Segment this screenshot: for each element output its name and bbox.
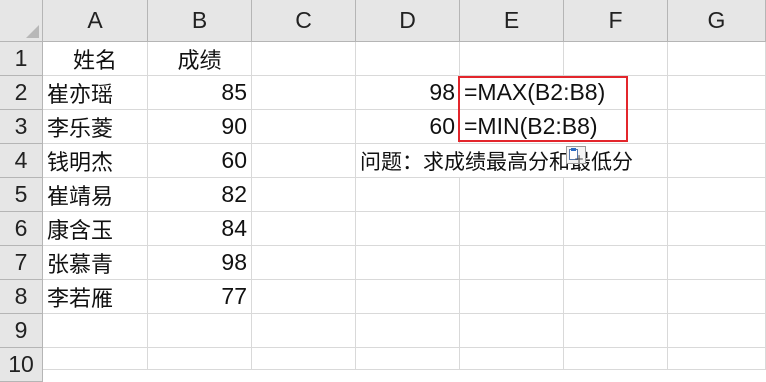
cell-e10[interactable] xyxy=(460,348,564,370)
cell-b5[interactable]: 82 xyxy=(148,178,252,212)
cell-c7[interactable] xyxy=(252,246,356,280)
cell-d6[interactable] xyxy=(356,212,460,246)
row-header-9[interactable]: 9 xyxy=(0,314,43,348)
cell-d3[interactable]: 60 xyxy=(356,110,460,144)
cell-f8[interactable] xyxy=(564,280,668,314)
cell-g1[interactable] xyxy=(668,42,766,76)
cell-g9[interactable] xyxy=(668,314,766,348)
cell-d7[interactable] xyxy=(356,246,460,280)
cell-a3[interactable]: 李乐菱 xyxy=(43,110,148,144)
cell-g8[interactable] xyxy=(668,280,766,314)
cell-d8[interactable] xyxy=(356,280,460,314)
cell-a6[interactable]: 康含玉 xyxy=(43,212,148,246)
cell-e5[interactable] xyxy=(460,178,564,212)
cell-b2[interactable]: 85 xyxy=(148,76,252,110)
cell-c9[interactable] xyxy=(252,314,356,348)
cell-f7[interactable] xyxy=(564,246,668,280)
row-header-7[interactable]: 7 xyxy=(0,246,43,280)
cell-a7[interactable]: 张慕青 xyxy=(43,246,148,280)
cell-g2[interactable] xyxy=(668,76,766,110)
cell-g7[interactable] xyxy=(668,246,766,280)
cell-e4[interactable] xyxy=(460,144,564,178)
paste-options-dropdown-icon: + xyxy=(573,152,584,166)
row-header-3[interactable]: 3 xyxy=(0,110,43,144)
column-header-g[interactable]: G xyxy=(668,0,766,42)
cell-b8[interactable]: 77 xyxy=(148,280,252,314)
clipboard-clip-icon xyxy=(571,148,576,151)
cell-c2[interactable] xyxy=(252,76,356,110)
cell-a1[interactable]: 姓名 xyxy=(43,42,148,76)
cell-f2[interactable] xyxy=(564,76,668,110)
cell-c8[interactable] xyxy=(252,280,356,314)
row-header-8[interactable]: 8 xyxy=(0,280,43,314)
cell-f3[interactable] xyxy=(564,110,668,144)
cell-c3[interactable] xyxy=(252,110,356,144)
cell-d2[interactable]: 98 xyxy=(356,76,460,110)
cell-b4[interactable]: 60 xyxy=(148,144,252,178)
spreadsheet-grid: A B C D E F G 1 2 3 4 5 6 7 8 9 10 姓名 成绩… xyxy=(0,0,766,382)
cell-e1[interactable] xyxy=(460,42,564,76)
cell-a2[interactable]: 崔亦瑶 xyxy=(43,76,148,110)
cell-a10[interactable] xyxy=(43,348,148,370)
cell-d1[interactable] xyxy=(356,42,460,76)
cell-e9[interactable] xyxy=(460,314,564,348)
cell-b10[interactable] xyxy=(148,348,252,370)
cell-e3[interactable]: =MIN(B2:B8) xyxy=(460,110,598,144)
cell-c5[interactable] xyxy=(252,178,356,212)
column-header-e[interactable]: E xyxy=(460,0,564,42)
cell-c6[interactable] xyxy=(252,212,356,246)
row-header-1[interactable]: 1 xyxy=(0,42,43,76)
cell-f9[interactable] xyxy=(564,314,668,348)
cell-d4[interactable]: 问题：求成绩最高分和最低分 xyxy=(356,144,633,178)
cell-b3[interactable]: 90 xyxy=(148,110,252,144)
column-header-b[interactable]: B xyxy=(148,0,252,42)
cell-d10[interactable] xyxy=(356,348,460,370)
row-header-6[interactable]: 6 xyxy=(0,212,43,246)
cell-f6[interactable] xyxy=(564,212,668,246)
cell-d5[interactable] xyxy=(356,178,460,212)
cell-c4[interactable] xyxy=(252,144,356,178)
cell-e6[interactable] xyxy=(460,212,564,246)
cell-g4[interactable] xyxy=(668,144,766,178)
cell-b9[interactable] xyxy=(148,314,252,348)
paste-options-icon[interactable]: + xyxy=(566,146,586,166)
cell-b7[interactable]: 98 xyxy=(148,246,252,280)
cell-g5[interactable] xyxy=(668,178,766,212)
row-header-4[interactable]: 4 xyxy=(0,144,43,178)
cell-a8[interactable]: 李若雁 xyxy=(43,280,148,314)
row-header-10[interactable]: 10 xyxy=(0,348,43,382)
column-header-f[interactable]: F xyxy=(564,0,668,42)
cell-f5[interactable] xyxy=(564,178,668,212)
cell-c1[interactable] xyxy=(252,42,356,76)
row-header-5[interactable]: 5 xyxy=(0,178,43,212)
cell-f10[interactable] xyxy=(564,348,668,370)
cell-g6[interactable] xyxy=(668,212,766,246)
cell-e8[interactable] xyxy=(460,280,564,314)
select-all-corner[interactable] xyxy=(0,0,43,42)
cell-a5[interactable]: 崔靖易 xyxy=(43,178,148,212)
cell-f1[interactable] xyxy=(564,42,668,76)
cell-a4[interactable]: 钱明杰 xyxy=(43,144,148,178)
cell-e2[interactable]: =MAX(B2:B8) xyxy=(460,76,605,110)
cell-a9[interactable] xyxy=(43,314,148,348)
row-header-2[interactable]: 2 xyxy=(0,76,43,110)
cell-g10[interactable] xyxy=(668,348,766,370)
cell-c10[interactable] xyxy=(252,348,356,370)
column-header-c[interactable]: C xyxy=(252,0,356,42)
column-header-a[interactable]: A xyxy=(43,0,148,42)
cell-b6[interactable]: 84 xyxy=(148,212,252,246)
cell-e7[interactable] xyxy=(460,246,564,280)
select-all-triangle-icon xyxy=(26,25,39,38)
cell-g3[interactable] xyxy=(668,110,766,144)
column-header-d[interactable]: D xyxy=(356,0,460,42)
cell-b1[interactable]: 成绩 xyxy=(148,42,252,76)
cell-d9[interactable] xyxy=(356,314,460,348)
